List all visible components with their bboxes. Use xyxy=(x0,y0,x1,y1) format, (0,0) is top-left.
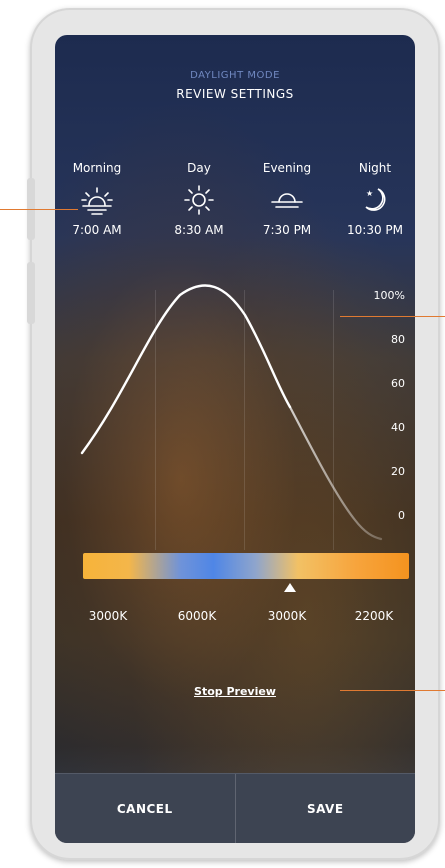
callout-line-chart xyxy=(340,316,445,317)
sun-icon xyxy=(184,185,214,215)
period-time: 10:30 PM xyxy=(347,223,403,237)
y-tick-100: 100% xyxy=(373,289,405,302)
kelvin-label: 3000K xyxy=(267,609,307,623)
current-time-marker[interactable] xyxy=(284,583,296,592)
period-night[interactable]: Night ★ 10:30 PM xyxy=(335,161,415,237)
callout-line-preview xyxy=(340,690,445,691)
period-label: Day xyxy=(187,161,211,175)
y-tick-20: 20 xyxy=(391,465,405,478)
period-time: 8:30 AM xyxy=(174,223,224,237)
period-time: 7:00 AM xyxy=(72,223,122,237)
volume-down-button[interactable] xyxy=(27,262,35,324)
kelvin-label: 2200K xyxy=(354,609,394,623)
callout-line-periods xyxy=(0,209,78,210)
y-tick-0: 0 xyxy=(398,509,405,522)
cancel-button[interactable]: CANCEL xyxy=(55,774,236,843)
y-tick-80: 80 xyxy=(391,333,405,346)
save-button[interactable]: SAVE xyxy=(236,774,416,843)
period-day[interactable]: Day 8:30 AM xyxy=(159,161,239,237)
sunset-icon xyxy=(271,193,303,208)
y-tick-60: 60 xyxy=(391,377,405,390)
period-morning[interactable]: Morning 7:00 AM xyxy=(57,161,137,237)
kelvin-label: 6000K xyxy=(177,609,217,623)
sunrise-icon xyxy=(81,187,113,215)
moon-icon: ★ xyxy=(365,188,386,211)
period-label: Morning xyxy=(72,161,122,175)
mode-label: DAYLIGHT MODE xyxy=(190,70,280,81)
y-tick-40: 40 xyxy=(391,421,405,434)
period-label: Evening xyxy=(262,161,312,175)
curve-solid-segment xyxy=(80,284,292,455)
page-title: REVIEW SETTINGS xyxy=(176,87,294,101)
svg-text:★: ★ xyxy=(366,189,373,198)
action-footer: CANCEL SAVE xyxy=(55,773,415,843)
period-label: Night xyxy=(358,161,392,175)
color-temperature-bar[interactable] xyxy=(83,553,409,579)
stop-preview-link[interactable]: Stop Preview xyxy=(55,685,415,698)
kelvin-label: 3000K xyxy=(88,609,128,623)
period-evening[interactable]: Evening 7:30 PM xyxy=(247,161,327,237)
period-time: 7:30 PM xyxy=(262,223,312,237)
app-screen: DAYLIGHT MODE REVIEW SETTINGS Morning 7:… xyxy=(55,35,415,843)
